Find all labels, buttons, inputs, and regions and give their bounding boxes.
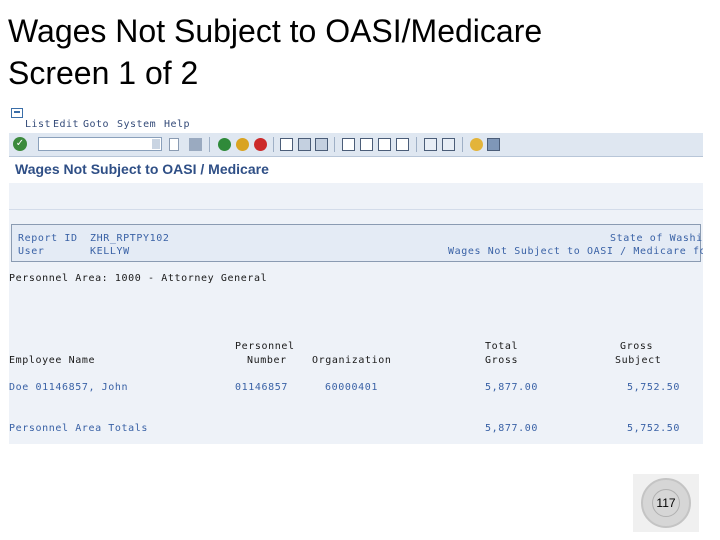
previous-page-icon[interactable] (360, 138, 373, 151)
report-org-title: State of Washi (610, 233, 703, 244)
back-icon[interactable] (218, 138, 231, 151)
user-label: User (18, 246, 45, 257)
slide-title: Wages Not Subject to OASI/Medicare Scree… (8, 10, 542, 94)
gross-subject-cell[interactable]: 5,752.50 (627, 382, 680, 393)
totals-label: Personnel Area Totals (9, 423, 149, 434)
enter-icon[interactable]: ✓ (13, 137, 27, 151)
first-page-icon[interactable] (342, 138, 355, 151)
next-page-icon[interactable] (378, 138, 391, 151)
find-icon[interactable] (298, 138, 311, 151)
sap-window: List Edit Goto System Help ✓ Wages Not S… (9, 106, 703, 444)
command-history-icon[interactable] (152, 139, 160, 149)
command-field[interactable] (38, 137, 162, 154)
user-value: KELLYW (90, 246, 130, 257)
menu-goto[interactable]: Goto (83, 119, 109, 130)
system-menu-icon[interactable] (11, 108, 23, 118)
exit-icon[interactable] (236, 138, 249, 151)
header-personnel: Personnel (235, 341, 295, 352)
print-icon[interactable] (280, 138, 293, 151)
help-icon[interactable] (470, 138, 483, 151)
command-input[interactable] (39, 142, 151, 154)
shortcut-icon[interactable] (442, 138, 455, 151)
organization-cell[interactable]: 60000401 (325, 382, 378, 393)
report-header: Report ID ZHR_RPTPY102 User KELLYW State… (11, 224, 703, 262)
toolbar-separator (273, 137, 274, 152)
personnel-number-cell[interactable]: 01146857 (235, 382, 288, 393)
report-description: Wages Not Subject to OASI / Medicare for (448, 246, 703, 257)
cancel-icon[interactable] (254, 138, 267, 151)
toolbar-separator (209, 137, 210, 152)
toolbar-separator (462, 137, 463, 152)
standard-toolbar: ✓ (9, 133, 703, 157)
totals-total-gross: 5,877.00 (485, 423, 538, 434)
save-icon[interactable] (189, 138, 202, 151)
report-id-label: Report ID (18, 233, 78, 244)
employee-name-cell[interactable]: Doe 01146857, John (9, 382, 128, 393)
header-organization: Organization (312, 355, 392, 366)
menu-list[interactable]: List (25, 119, 51, 130)
slide-title-line2: Screen 1 of 2 (8, 55, 199, 91)
menu-system[interactable]: System (117, 119, 156, 130)
slide-title-line1: Wages Not Subject to OASI/Medicare (8, 13, 543, 49)
menu-edit[interactable]: Edit (53, 119, 79, 130)
seal-logo: 117 (633, 474, 699, 532)
header-total: Total (485, 341, 519, 352)
header-gross-2: Gross (485, 355, 519, 366)
header-employee-name: Employee Name (9, 355, 96, 366)
header-gross: Gross (620, 341, 654, 352)
totals-gross-subject: 5,752.50 (627, 423, 680, 434)
report-id-value: ZHR_RPTPY102 (90, 233, 170, 244)
new-session-icon[interactable] (424, 138, 437, 151)
layout-icon[interactable] (487, 138, 500, 151)
application-toolbar (9, 183, 703, 210)
back-arrow-icon[interactable] (169, 138, 179, 151)
title-bar: Wages Not Subject to OASI / Medicare (9, 157, 703, 183)
page-number: 117 (656, 496, 676, 510)
total-gross-cell[interactable]: 5,877.00 (485, 382, 538, 393)
find-next-icon[interactable] (315, 138, 328, 151)
screen-title: Wages Not Subject to OASI / Medicare (15, 161, 269, 177)
header-subject: Subject (615, 355, 662, 366)
header-number: Number (247, 355, 287, 366)
last-page-icon[interactable] (396, 138, 409, 151)
toolbar-separator (334, 137, 335, 152)
menu-help[interactable]: Help (164, 119, 190, 130)
menu-bar: List Edit Goto System Help (9, 106, 703, 133)
personnel-area-line: Personnel Area: 1000 - Attorney General (9, 273, 268, 284)
toolbar-separator (416, 137, 417, 152)
